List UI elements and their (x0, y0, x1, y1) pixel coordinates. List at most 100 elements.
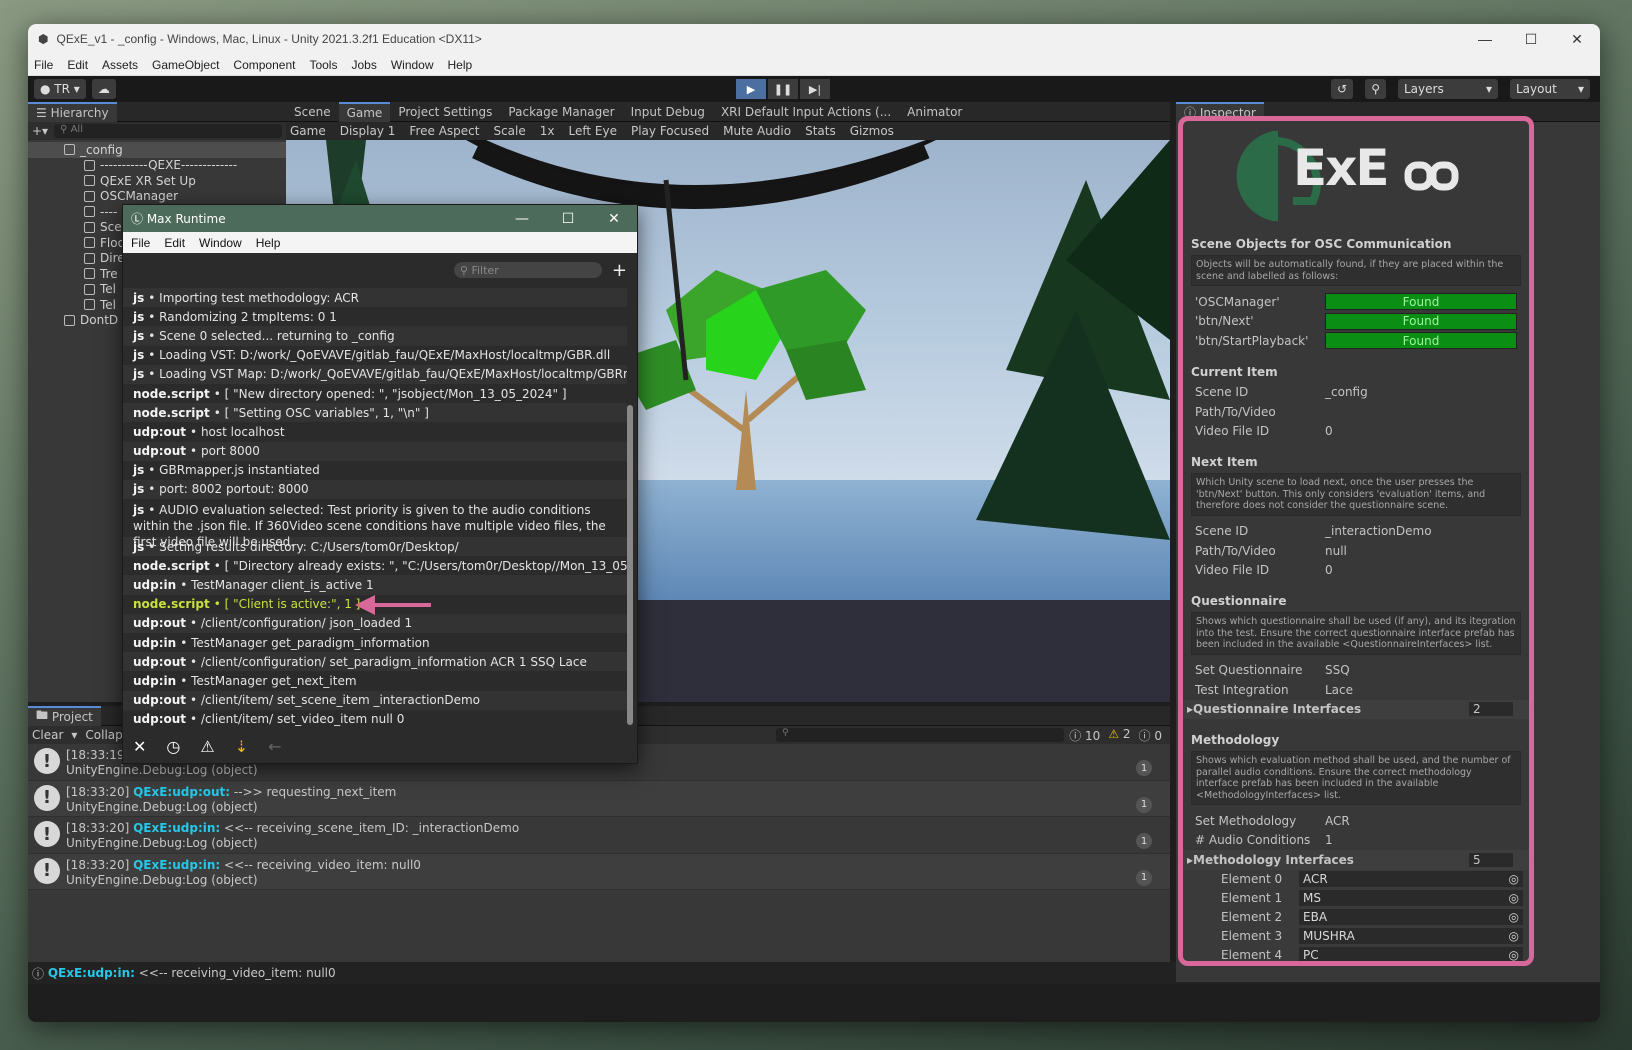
field-value[interactable]: Lace (1325, 683, 1353, 697)
tab-4[interactable]: Input Debug (623, 102, 713, 122)
max-clear-icon[interactable]: ✕ (133, 737, 146, 756)
inspector-list-foldout[interactable]: ▸ Questionnaire Interfaces 2 (1183, 699, 1529, 719)
error-count[interactable]: ⓘ 0 (1139, 727, 1162, 744)
max-warning-icon[interactable]: ⚠ (200, 737, 214, 756)
menu-gameobject[interactable]: GameObject (152, 58, 219, 72)
max-menu-edit[interactable]: Edit (164, 236, 185, 250)
methodology-element[interactable]: Element 2 EBA ◎ (1183, 907, 1529, 927)
close-button[interactable]: ✕ (1554, 31, 1600, 48)
methodology-element[interactable]: Element 4 PC ◎ (1183, 945, 1529, 961)
max-filter-input[interactable]: ⚲ Filter (453, 262, 602, 278)
target-icon[interactable]: ◎ (1509, 910, 1519, 924)
methodology-element[interactable]: Element 0 ACR ◎ (1183, 869, 1529, 889)
object-field[interactable]: MS ◎ (1299, 890, 1523, 906)
max-scroll-icon[interactable]: ⇣ (235, 737, 248, 756)
hierarchy-item[interactable]: OSCManager (28, 189, 286, 205)
minimize-button[interactable]: — (1462, 31, 1508, 47)
max-minimize-button[interactable]: — (499, 211, 545, 227)
game-toolbar-item[interactable]: Stats (805, 124, 836, 138)
max-menu-window[interactable]: Window (199, 236, 242, 250)
game-toolbar-item[interactable]: Display 1 (340, 124, 396, 138)
menu-edit[interactable]: Edit (67, 58, 88, 72)
menu-assets[interactable]: Assets (102, 58, 138, 72)
target-icon[interactable]: ◎ (1509, 929, 1519, 943)
field-value[interactable]: 0 (1325, 424, 1333, 438)
tab-5[interactable]: XRI Default Input Actions (... (713, 102, 899, 122)
field-value[interactable]: _interactionDemo (1325, 524, 1432, 538)
game-toolbar-item[interactable]: 1x (540, 124, 555, 138)
layout-dropdown[interactable]: Layout ▾ (1510, 79, 1590, 99)
target-icon[interactable]: ◎ (1509, 948, 1519, 961)
field-value[interactable]: 1 (1325, 833, 1333, 847)
play-button[interactable]: ▶ (736, 79, 766, 99)
field-value[interactable]: ACR (1325, 814, 1350, 828)
max-menu-file[interactable]: File (131, 236, 150, 250)
game-toolbar-item[interactable]: Mute Audio (723, 124, 791, 138)
menu-window[interactable]: Window (391, 58, 434, 72)
console-log-row[interactable]: ! [18:33:20] QExE:udp:in: <<-- receiving_… (28, 853, 1170, 890)
hierarchy-item[interactable]: -----------QEXE------------- (28, 158, 286, 174)
add-icon[interactable]: +▾ (32, 124, 48, 138)
max-back-icon[interactable]: ← (268, 737, 281, 756)
menu-component[interactable]: Component (233, 58, 295, 72)
object-field[interactable]: PC ◎ (1299, 947, 1523, 961)
game-toolbar-item[interactable]: Play Focused (631, 124, 709, 138)
list-size[interactable]: 2 (1469, 702, 1514, 717)
step-button[interactable]: ▶| (800, 79, 830, 99)
field-value[interactable]: SSQ (1325, 663, 1350, 677)
object-field[interactable]: EBA ◎ (1299, 909, 1523, 925)
menu-jobs[interactable]: Jobs (351, 58, 376, 72)
clear-dropdown-icon[interactable]: ▾ (71, 728, 77, 742)
game-toolbar-item[interactable]: Free Aspect (409, 124, 479, 138)
clear-button[interactable]: Clear (32, 728, 63, 742)
max-close-button[interactable]: ✕ (591, 211, 637, 227)
methodology-element[interactable]: Element 3 MUSHRA ◎ (1183, 926, 1529, 946)
game-toolbar-item[interactable]: Left Eye (569, 124, 617, 138)
info-count[interactable]: ⓘ 10 (1069, 727, 1100, 744)
maximize-button[interactable]: ☐ (1508, 31, 1554, 48)
account-button[interactable]: ● TR ▾ (34, 79, 86, 99)
warning-count[interactable]: ⚠ 2 (1108, 727, 1130, 744)
game-toolbar-item[interactable]: Scale (493, 124, 525, 138)
tab-project[interactable]: 🖿 Project (28, 705, 101, 726)
tab-2[interactable]: Project Settings (390, 102, 500, 122)
console-log-row[interactable]: ! [18:33:20] QExE:udp:in: <<-- receiving_… (28, 817, 1170, 854)
object-field[interactable]: ACR ◎ (1299, 871, 1523, 887)
game-toolbar-item[interactable]: Gizmos (850, 124, 894, 138)
pause-button[interactable]: ❚❚ (768, 79, 798, 99)
tab-3[interactable]: Package Manager (500, 102, 622, 122)
target-icon[interactable]: ◎ (1509, 872, 1519, 886)
inspector-list-foldout[interactable]: ▸ Methodology Interfaces 5 (1183, 850, 1529, 870)
tab-0[interactable]: Scene (286, 102, 339, 122)
error-count-value: 0 (1154, 728, 1162, 743)
menu-tools[interactable]: Tools (309, 58, 337, 72)
methodology-element[interactable]: Element 1 MS ◎ (1183, 888, 1529, 908)
hierarchy-item[interactable]: QExE XR Set Up (28, 173, 286, 189)
max-scrollbar[interactable] (627, 405, 633, 725)
cloud-icon[interactable]: ☁ (91, 79, 116, 99)
tab-1[interactable]: Game (338, 101, 391, 122)
target-icon[interactable]: ◎ (1509, 891, 1519, 905)
menu-help[interactable]: Help (448, 58, 473, 72)
log-time: [18:33:20] (66, 821, 130, 835)
game-toolbar-item[interactable]: Game (290, 124, 326, 138)
console-log-row[interactable]: ! [18:33:20] QExE:udp:out: -->> requestin… (28, 780, 1170, 817)
hierarchy-item[interactable]: _config (28, 142, 286, 158)
menu-file[interactable]: File (34, 58, 53, 72)
field-value[interactable]: null (1325, 544, 1347, 558)
max-menu-help[interactable]: Help (256, 236, 281, 250)
max-maximize-button[interactable]: ☐ (545, 211, 591, 227)
field-value[interactable]: _config (1325, 385, 1368, 399)
search-icon[interactable]: ⚲ (1365, 79, 1386, 99)
layers-dropdown[interactable]: Layers ▾ (1398, 79, 1498, 99)
max-add-icon[interactable]: + (612, 260, 627, 281)
hierarchy-search-input[interactable]: ⚲ All (54, 124, 282, 138)
history-icon[interactable]: ↺ (1331, 79, 1354, 99)
field-value[interactable]: 0 (1325, 563, 1333, 577)
console-search-input[interactable]: ⚲ (776, 728, 1064, 742)
tab-hierarchy[interactable]: ☰ Hierarchy (28, 101, 117, 122)
tab-6[interactable]: Animator (899, 102, 970, 122)
max-clock-icon[interactable]: ◷ (166, 737, 180, 756)
object-field[interactable]: MUSHRA ◎ (1299, 928, 1523, 944)
list-size[interactable]: 5 (1469, 852, 1514, 867)
